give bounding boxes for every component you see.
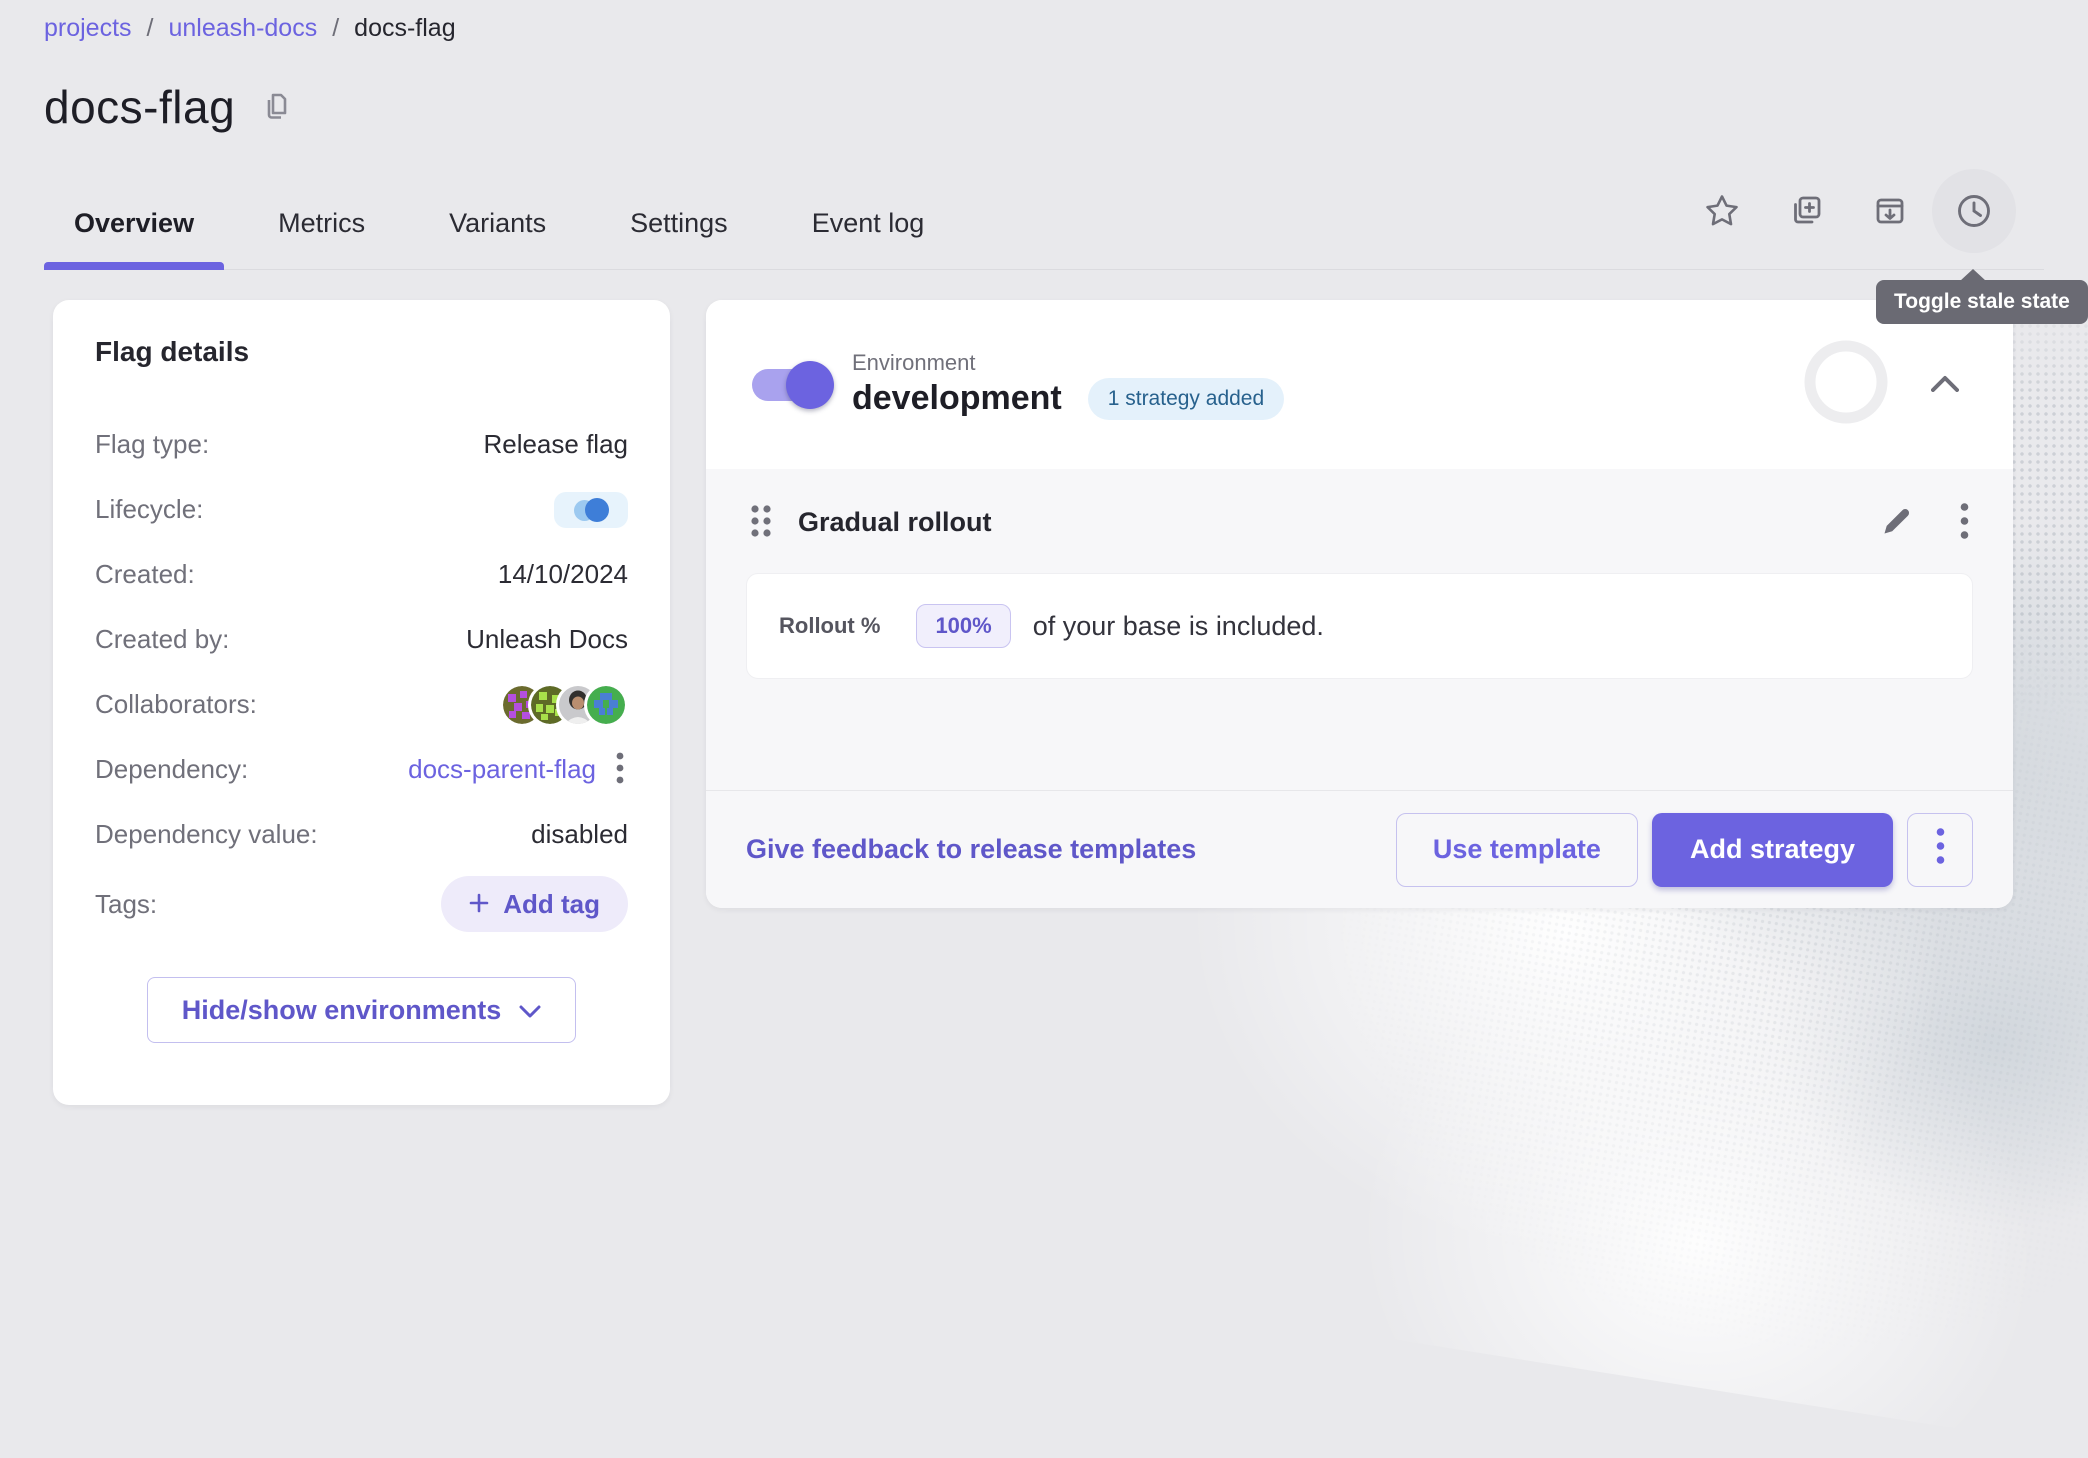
chevron-down-icon (519, 995, 541, 1026)
hide-show-environments-label: Hide/show environments (182, 995, 502, 1026)
lifecycle-stage-badge[interactable] (554, 492, 628, 528)
collaborators-label: Collaborators: (95, 689, 257, 720)
star-icon (1703, 192, 1741, 230)
tab-metrics[interactable]: Metrics (248, 178, 395, 269)
page-title: docs-flag (44, 80, 235, 134)
created-by-value: Unleash Docs (466, 624, 628, 655)
tab-settings[interactable]: Settings (600, 178, 758, 269)
copy-plus-icon (1787, 192, 1825, 230)
use-template-button[interactable]: Use template (1396, 813, 1638, 887)
archive-download-icon (1871, 192, 1909, 230)
collaborator-avatars (500, 683, 628, 727)
environment-card: Environment development 1 strategy added (706, 300, 2013, 908)
environment-label: Environment (852, 350, 1284, 376)
copy-feature-button[interactable] (1764, 169, 1848, 253)
dependency-label: Dependency: (95, 754, 248, 785)
strategy-name: Gradual rollout (798, 507, 992, 538)
created-value: 14/10/2024 (498, 559, 628, 590)
breadcrumb-projects[interactable]: projects (44, 14, 132, 43)
created-label: Created: (95, 559, 195, 590)
add-strategy-button[interactable]: Add strategy (1652, 813, 1893, 887)
breadcrumb-separator: / (147, 14, 154, 43)
tooltip-toggle-stale-state: Toggle stale state (1876, 280, 2088, 324)
dependency-menu-button[interactable] (612, 747, 628, 792)
breadcrumb-current: docs-flag (354, 14, 455, 43)
dependency-value-label: Dependency value: (95, 819, 318, 850)
lifecycle-row: Lifecycle: (95, 477, 628, 542)
page-header: docs-flag (44, 80, 293, 134)
release-templates-feedback-link[interactable]: Give feedback to release templates (746, 834, 1196, 865)
strategy-item-header: Gradual rollout (746, 493, 1973, 551)
environment-footer: Give feedback to release templates Use t… (706, 790, 2013, 908)
environment-enabled-toggle[interactable] (752, 369, 818, 401)
flag-details-card: Flag details Flag type: Release flag Lif… (53, 300, 670, 1105)
avatar[interactable] (584, 683, 628, 727)
kebab-menu-icon (1936, 827, 1945, 872)
breadcrumb-project-name[interactable]: unleash-docs (169, 14, 318, 43)
drag-handle-icon (748, 501, 774, 544)
favorite-button[interactable] (1680, 169, 1764, 253)
flag-type-value: Release flag (483, 429, 628, 460)
breadcrumb-separator: / (332, 14, 339, 43)
environment-menu-button[interactable] (1907, 813, 1973, 887)
created-by-label: Created by: (95, 624, 229, 655)
rollout-label: Rollout % (779, 613, 880, 639)
kebab-menu-icon (616, 751, 624, 788)
environment-title-block: Environment development 1 strategy added (852, 350, 1284, 420)
feature-action-buttons (1680, 169, 2016, 253)
strategy-menu-button[interactable] (1956, 498, 1973, 547)
tooltip-text: Toggle stale state (1894, 290, 2070, 313)
created-row: Created: 14/10/2024 (95, 542, 628, 607)
collapse-environment-button[interactable] (1923, 367, 1967, 403)
lifecycle-dot (585, 498, 609, 522)
add-tag-button[interactable]: Add tag (441, 876, 628, 932)
tab-overview[interactable]: Overview (44, 178, 224, 269)
toggle-stale-button[interactable] (1932, 169, 2016, 253)
dependency-value-row: Dependency value: disabled (95, 802, 628, 867)
toggle-thumb (786, 361, 834, 409)
kebab-menu-icon (1960, 502, 1969, 543)
flag-details-heading: Flag details (95, 336, 628, 368)
strategy-count-badge: 1 strategy added (1088, 378, 1284, 420)
copy-icon (261, 90, 293, 125)
add-tag-label: Add tag (503, 889, 600, 920)
lifecycle-label: Lifecycle: (95, 494, 203, 525)
dependency-row: Dependency: docs-parent-flag (95, 737, 628, 802)
collaborators-row: Collaborators: (95, 672, 628, 737)
clock-icon (1953, 190, 1995, 232)
environment-header: Environment development 1 strategy added (706, 300, 2013, 469)
dependency-link[interactable]: docs-parent-flag (408, 754, 596, 785)
copy-flag-name-button[interactable] (261, 90, 293, 125)
tags-label: Tags: (95, 889, 157, 920)
breadcrumb: projects / unleash-docs / docs-flag (44, 14, 456, 43)
rollout-value-pill: 100% (916, 604, 1010, 648)
drag-handle[interactable] (746, 499, 776, 546)
edit-strategy-button[interactable] (1876, 500, 1918, 545)
rollout-summary-card: Rollout % 100% of your base is included. (746, 573, 1973, 679)
pencil-icon (1880, 504, 1914, 541)
background-dot-texture (2010, 290, 2088, 720)
rollout-description: of your base is included. (1033, 611, 1324, 642)
plus-icon (469, 889, 489, 920)
hide-show-environments-button[interactable]: Hide/show environments (147, 977, 577, 1043)
created-by-row: Created by: Unleash Docs (95, 607, 628, 672)
tab-variants[interactable]: Variants (419, 178, 576, 269)
environment-usage-ring (1803, 339, 1889, 430)
environment-name: development (852, 379, 1062, 418)
tooltip-arrow (1960, 269, 1986, 281)
archive-button[interactable] (1848, 169, 1932, 253)
strategy-list: Gradual rollout (706, 469, 2013, 790)
tags-row: Tags: Add tag (95, 867, 628, 941)
flag-type-label: Flag type: (95, 429, 209, 460)
chevron-up-icon (1931, 375, 1959, 395)
tab-event-log[interactable]: Event log (782, 178, 955, 269)
flag-details-rows: Flag type: Release flag Lifecycle: Creat… (95, 412, 628, 941)
flag-type-row: Flag type: Release flag (95, 412, 628, 477)
dependency-value: disabled (531, 819, 628, 850)
